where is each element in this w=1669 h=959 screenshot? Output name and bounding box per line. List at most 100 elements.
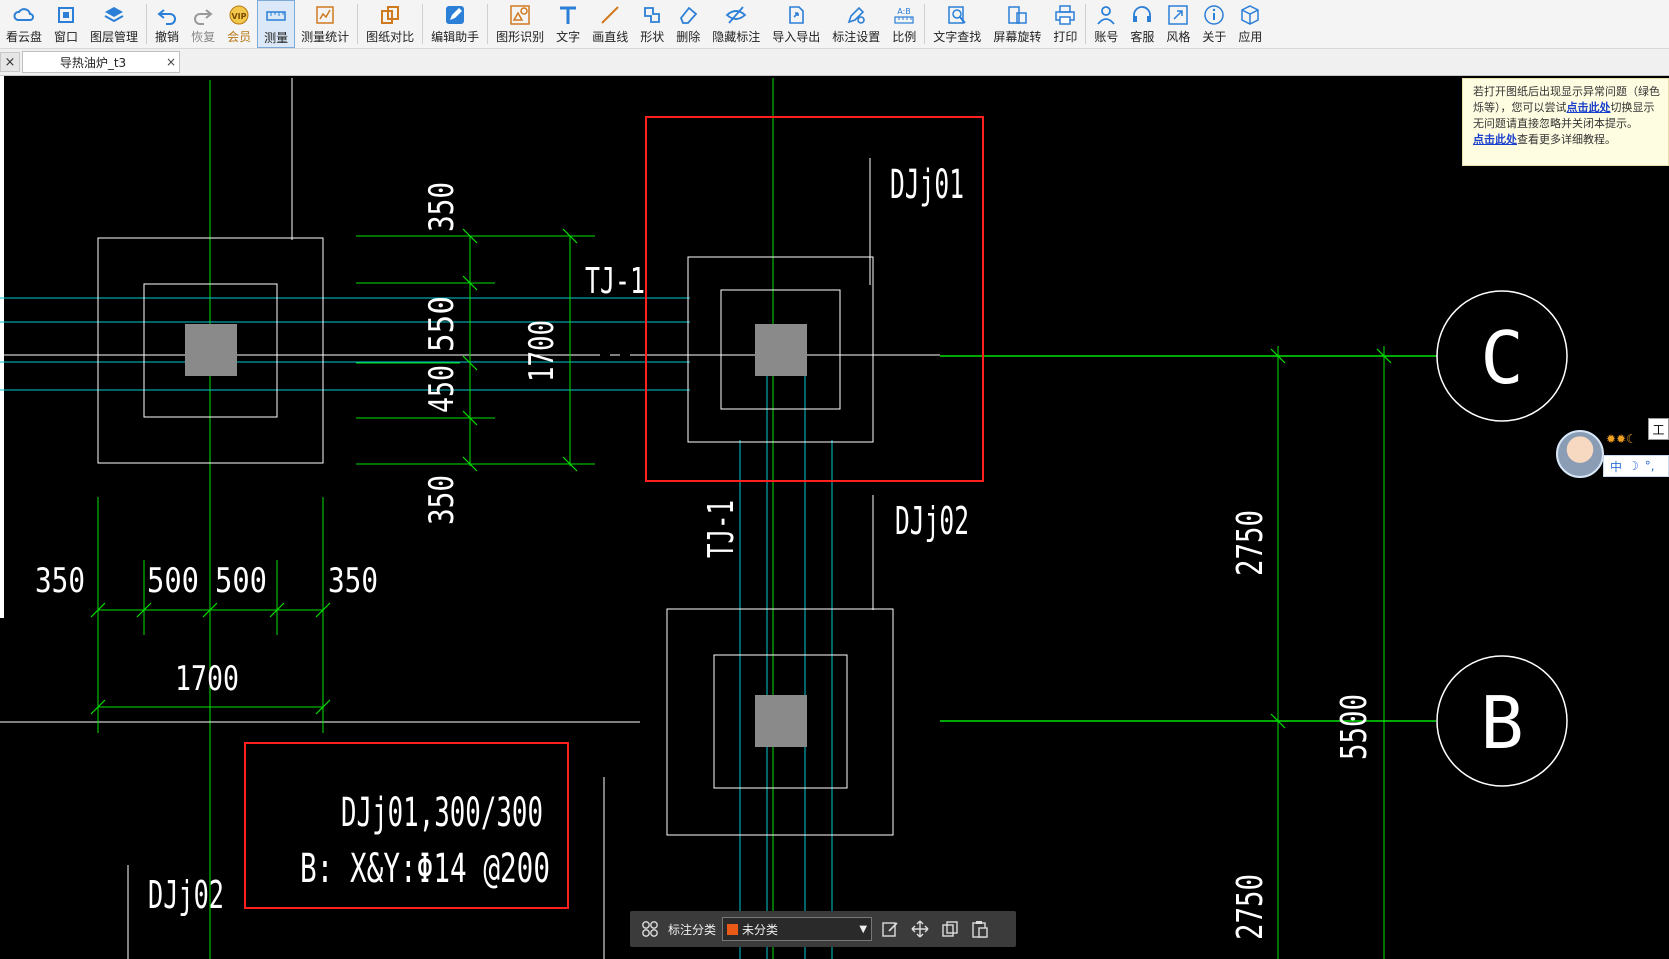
category-color-swatch [727,923,739,935]
category-select[interactable]: 未分类 ▼ [722,917,873,941]
delete-button[interactable]: 删除 [670,0,706,48]
undo-icon [156,4,178,26]
close-all-tabs-button[interactable]: × [0,52,20,72]
line-icon [599,4,621,26]
import-export-label: 导入导出 [772,30,821,44]
main-toolbar: 看云盘 窗口 图层管理 撤销 恢复 VIP 会员 测量 测量统计 图纸对比 编辑… [0,0,1669,49]
text-label: 文字 [556,30,581,44]
hide-annotation-icon [725,4,747,26]
style-button[interactable]: 风格 [1160,0,1196,48]
column-left [185,324,237,376]
rotate-screen-label: 屏幕旋转 [993,30,1042,44]
undo-button[interactable]: 撤销 [149,0,185,48]
shape-recognition-button[interactable]: 图形识别 [490,0,550,48]
notice-switch-link[interactable]: 点击此处 [1567,101,1611,114]
undo-label: 撤销 [155,30,180,44]
moon-icon[interactable]: ☽ [1628,459,1639,473]
ime-language[interactable]: 中 [1610,458,1622,475]
print-button[interactable]: 打印 [1047,0,1083,48]
compare-icon [379,4,401,26]
import-export-button[interactable]: 导入导出 [766,0,826,48]
style-icon [1167,4,1189,26]
notice-line-2a: 烁等），您可以尝试 [1473,101,1567,114]
edit-assistant-label: 编辑助手 [431,30,480,44]
cloud-disk-label: 看云盘 [6,30,43,44]
text-search-button[interactable]: 文字查找 [927,0,987,48]
paste-icon[interactable] [968,917,992,941]
text-icon [557,4,579,26]
scale-icon: A:B [893,4,915,26]
hide-annotation-button[interactable]: 隐藏标注 [706,0,766,48]
notice-line-4: 点击此处查看更多详细教程。 [1473,132,1668,148]
column-dj01 [755,324,807,376]
text-button[interactable]: 文字 [550,0,586,48]
window-label: 窗口 [54,30,79,44]
edit-assistant-icon [444,4,466,26]
text-search-label: 文字查找 [933,30,982,44]
vip-button[interactable]: VIP 会员 [221,0,257,48]
tab-close-icon[interactable]: × [163,55,179,69]
annotation-settings-button[interactable]: 标注设置 [826,0,886,48]
redo-label: 恢复 [191,30,216,44]
layer-manager-label: 图层管理 [90,30,139,44]
rotate-screen-button[interactable]: 屏幕旋转 [987,0,1047,48]
apps-button[interactable]: 应用 [1232,0,1268,48]
dim-v350-bottom: 350 [422,475,462,525]
dim-h500-b: 500 [215,561,267,601]
style-label: 风格 [1166,30,1191,44]
about-button[interactable]: 关于 [1196,0,1232,48]
edit-icon[interactable] [878,917,902,941]
annotation-settings-label: 标注设置 [832,30,881,44]
label-dj02-right: DJj02 [895,499,969,543]
text-search-icon [946,4,968,26]
measure-button[interactable]: 测量 [257,0,296,48]
customer-service-button[interactable]: 客服 [1124,0,1160,48]
drawing-compare-button[interactable]: 图纸对比 [360,0,420,48]
cloud-disk-button[interactable]: 看云盘 [0,0,48,48]
layer-manager-button[interactable]: 图层管理 [84,0,144,48]
measure-stats-button[interactable]: 测量统计 [295,0,355,48]
ime-status-bar[interactable]: 中 ☽ °, [1603,455,1669,477]
shape-button[interactable]: 形状 [634,0,670,48]
dim-h350-left: 350 [35,561,85,601]
toolbar-separator [487,4,489,44]
scale-button[interactable]: A:B 比例 [886,0,922,48]
avatar[interactable] [1556,430,1604,478]
punctuation-icon[interactable]: °, [1645,459,1655,473]
redo-button[interactable]: 恢复 [185,0,221,48]
category-selected-value: 未分类 [742,922,779,937]
dim-v2750-top: 2750 [1230,510,1271,576]
dim-v550: 550 [422,296,462,352]
hide-annotation-label: 隐藏标注 [712,30,761,44]
layers-icon [103,4,125,26]
print-label: 打印 [1053,30,1078,44]
tab-drawing[interactable]: 导热油炉_t3 × [22,51,180,73]
delete-label: 删除 [676,30,701,44]
dim-v5500: 5500 [1334,694,1375,760]
eraser-icon [677,4,699,26]
dim-h350-right: 350 [328,561,378,601]
ime-widget[interactable]: ✹✹☾ 工 中 ☽ °, [1556,418,1669,486]
drawing-canvas[interactable]: DJj01 TJ-1 DJj02 DJj02 DJj01,300/300 B: … [0,76,1669,959]
grid-icon[interactable] [638,917,662,941]
edit-assistant-button[interactable]: 编辑助手 [425,0,485,48]
move-icon[interactable] [908,917,932,941]
annotation-line2: B: X&Y:Φ14 @200 [300,846,550,892]
label-dj02-bottom: DJj02 [148,873,224,917]
copy-icon[interactable] [938,917,962,941]
scale-label: 比例 [892,30,917,44]
draw-line-button[interactable]: 画直线 [586,0,634,48]
window-button[interactable]: 窗口 [48,0,84,48]
rotate-screen-icon [1006,4,1028,26]
dim-h1700: 1700 [175,659,239,699]
notice-tutorial-link[interactable]: 点击此处 [1473,133,1517,146]
dim-v450: 450 [422,365,462,413]
vip-icon: VIP [228,4,250,26]
ime-tag[interactable]: 工 [1648,418,1669,440]
measure-stats-label: 测量统计 [301,30,350,44]
toolbar-separator [357,4,359,44]
account-label: 账号 [1094,30,1119,44]
notice-line-2b: 切换显示 [1610,101,1655,114]
shape-recognition-label: 图形识别 [496,30,545,44]
account-button[interactable]: 账号 [1088,0,1124,48]
